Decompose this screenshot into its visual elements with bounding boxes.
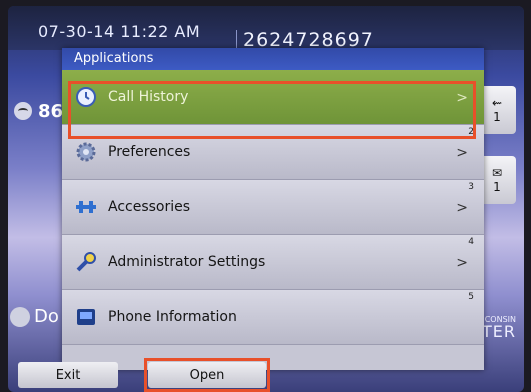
applications-panel: Applications Call History > Preferences … <box>62 48 484 370</box>
exit-button[interactable]: Exit <box>18 362 118 388</box>
envelope-icon: ✉ <box>491 166 503 180</box>
phone-info-icon <box>74 306 98 328</box>
clock-icon <box>74 86 98 108</box>
softkey-bar: Exit Open <box>0 360 531 390</box>
menu-item-number: 5 <box>468 292 474 302</box>
menu-item-accessories[interactable]: Accessories 3 > <box>62 180 484 235</box>
line-label: 86 <box>38 100 64 122</box>
applications-title: Applications <box>62 48 484 70</box>
menu-item-label: Call History <box>108 89 189 105</box>
menu-item-number: 4 <box>468 237 474 247</box>
datetime: 07-30-14 11:22 AM <box>38 22 201 41</box>
status-bar: 07-30-14 11:22 AM 2624728697 <box>8 6 524 54</box>
dnd-icon <box>10 306 30 327</box>
dnd-label: Do <box>34 306 59 327</box>
chevron-right-icon: > <box>456 200 468 216</box>
menu-item-administrator-settings[interactable]: Administrator Settings 4 > <box>62 235 484 290</box>
missed-calls-count: 1 <box>493 110 501 124</box>
dnd-key[interactable]: Do <box>10 306 59 327</box>
chevron-right-icon: > <box>456 255 468 271</box>
menu-item-label: Administrator Settings <box>108 254 266 270</box>
connector-icon <box>74 196 98 218</box>
menu-item-label: Preferences <box>108 144 191 160</box>
brand-text: CONSIN TER <box>482 314 516 341</box>
menu-item-phone-information[interactable]: Phone Information 5 <box>62 290 484 345</box>
chevron-right-icon: > <box>456 90 468 106</box>
menu-item-number: 3 <box>468 182 474 192</box>
menu-item-label: Phone Information <box>108 309 237 325</box>
gear-icon <box>74 141 98 163</box>
return-arrow-icon: ⇜ <box>491 96 503 110</box>
menu-item-preferences[interactable]: Preferences 2 > <box>62 125 484 180</box>
menu-item-call-history[interactable]: Call History > <box>62 70 484 125</box>
chevron-right-icon: > <box>456 145 468 161</box>
menu-item-number: 2 <box>468 127 474 137</box>
admin-tools-icon <box>74 251 98 273</box>
voicemail-count: 1 <box>493 180 501 194</box>
menu-item-label: Accessories <box>108 199 191 215</box>
open-button[interactable]: Open <box>148 362 266 388</box>
handset-icon <box>14 102 32 120</box>
brand-line2: TER <box>482 322 516 341</box>
